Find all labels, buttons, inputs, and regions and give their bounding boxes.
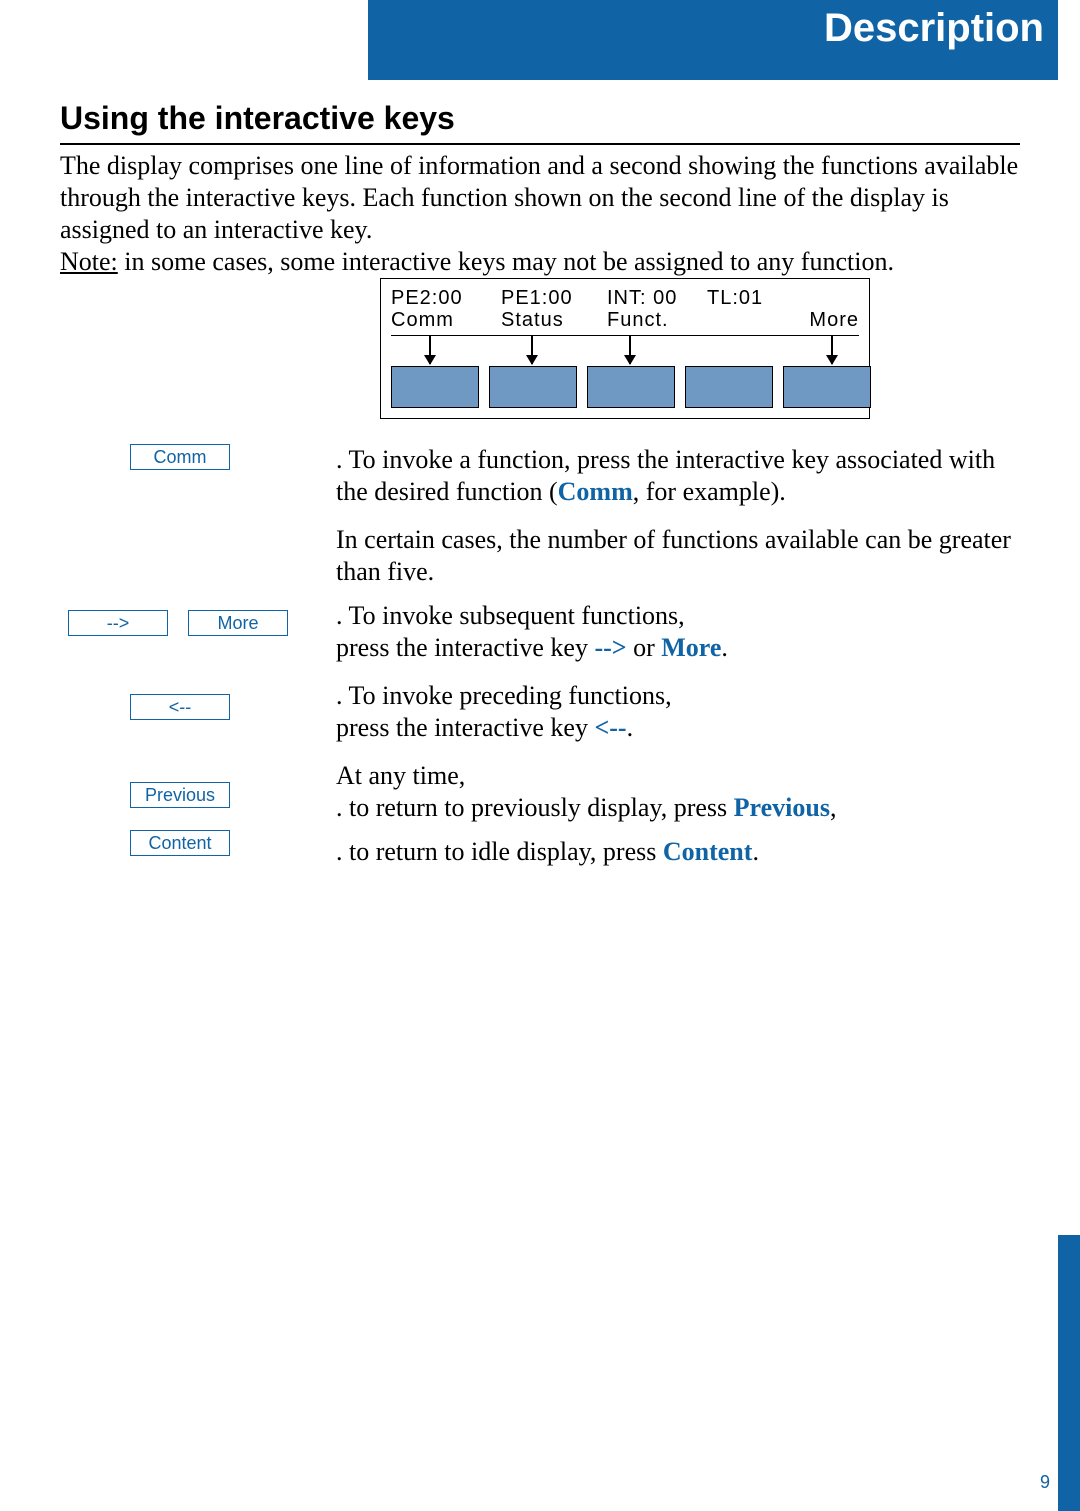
arrow-down-icon: [531, 336, 533, 364]
body-para-7: . to return to idle display, press Conte…: [336, 836, 1020, 868]
key-chip-next[interactable]: -->: [68, 610, 168, 636]
display-cell-pe1: PE1:00: [501, 287, 607, 309]
text: press the interactive key: [336, 713, 594, 742]
display-cell-more: More: [799, 309, 859, 331]
key-chip-more[interactable]: More: [188, 610, 288, 636]
body-para-2: In certain cases, the number of function…: [336, 524, 1020, 588]
display-cell-spacer: [707, 309, 799, 331]
softkey-button[interactable]: [783, 366, 871, 408]
note-text: in some cases, some interactive keys may…: [118, 247, 894, 276]
display-cell-int: INT: 00: [607, 287, 707, 309]
text: . to return to previously display, press: [336, 793, 734, 822]
section-heading: Using the interactive keys: [60, 100, 1020, 145]
text: .: [752, 837, 759, 866]
softkey-button[interactable]: [391, 366, 479, 408]
text: . To invoke subsequent functions,: [336, 601, 685, 630]
text: . to return to idle display, press: [336, 837, 663, 866]
display-cell-pe2: PE2:00: [391, 287, 501, 309]
display-cell-comm: Comm: [391, 309, 501, 331]
softkey-button[interactable]: [489, 366, 577, 408]
keyword-prev: <--: [594, 713, 626, 742]
keyword-previous: Previous: [734, 793, 830, 822]
intro-text: The display comprises one line of inform…: [60, 150, 1020, 278]
keyword-content: Content: [663, 837, 753, 866]
keyword-next: -->: [594, 633, 626, 662]
text: .: [627, 713, 634, 742]
side-strip: [1058, 1235, 1080, 1511]
keyword-more: More: [661, 633, 721, 662]
text: ,: [830, 793, 837, 822]
display-line-2: Comm Status Funct. More: [391, 309, 859, 331]
display-box: PE2:00 PE1:00 INT: 00 TL:01 Comm Status …: [380, 278, 870, 419]
header-tab: Description: [280, 0, 1058, 80]
intro-para1: The display comprises one line of inform…: [60, 150, 1020, 246]
key-chip-content[interactable]: Content: [130, 830, 230, 856]
display-cell-funct: Funct.: [607, 309, 707, 331]
body-para-4: . To invoke preceding functions, press t…: [336, 680, 1020, 744]
display-line-1: PE2:00 PE1:00 INT: 00 TL:01: [391, 287, 859, 309]
text: or: [627, 633, 662, 662]
key-chip-previous[interactable]: Previous: [130, 782, 230, 808]
display-cell-tl: TL:01: [707, 287, 859, 309]
arrow-down-icon: [831, 336, 833, 364]
page: Description Using the interactive keys T…: [0, 0, 1080, 1511]
softkey-button[interactable]: [685, 366, 773, 408]
display-cell-status: Status: [501, 309, 607, 331]
page-number: 9: [1040, 1472, 1050, 1493]
arrow-down-icon: [429, 336, 431, 364]
body-para-1: . To invoke a function, press the intera…: [336, 444, 1020, 508]
arrow-down-icon: [629, 336, 631, 364]
section-tab-title: Description: [368, 0, 1058, 80]
text: press the interactive key: [336, 633, 594, 662]
intro-note: Note: in some cases, some interactive ke…: [60, 246, 1020, 278]
text: . To invoke preceding functions,: [336, 681, 672, 710]
softkey-row: [391, 336, 859, 414]
body-para-3: . To invoke subsequent functions, press …: [336, 600, 1020, 664]
text: , for example).: [633, 477, 786, 506]
body-para-6: . to return to previously display, press…: [336, 792, 1020, 824]
keyword-comm: Comm: [558, 477, 633, 506]
body-para-5: At any time,: [336, 760, 1020, 792]
key-chip-comm[interactable]: Comm: [130, 444, 230, 470]
note-label: Note:: [60, 247, 118, 276]
key-chip-prev[interactable]: <--: [130, 694, 230, 720]
display-diagram: PE2:00 PE1:00 INT: 00 TL:01 Comm Status …: [380, 278, 870, 419]
softkey-button[interactable]: [587, 366, 675, 408]
text: .: [721, 633, 728, 662]
